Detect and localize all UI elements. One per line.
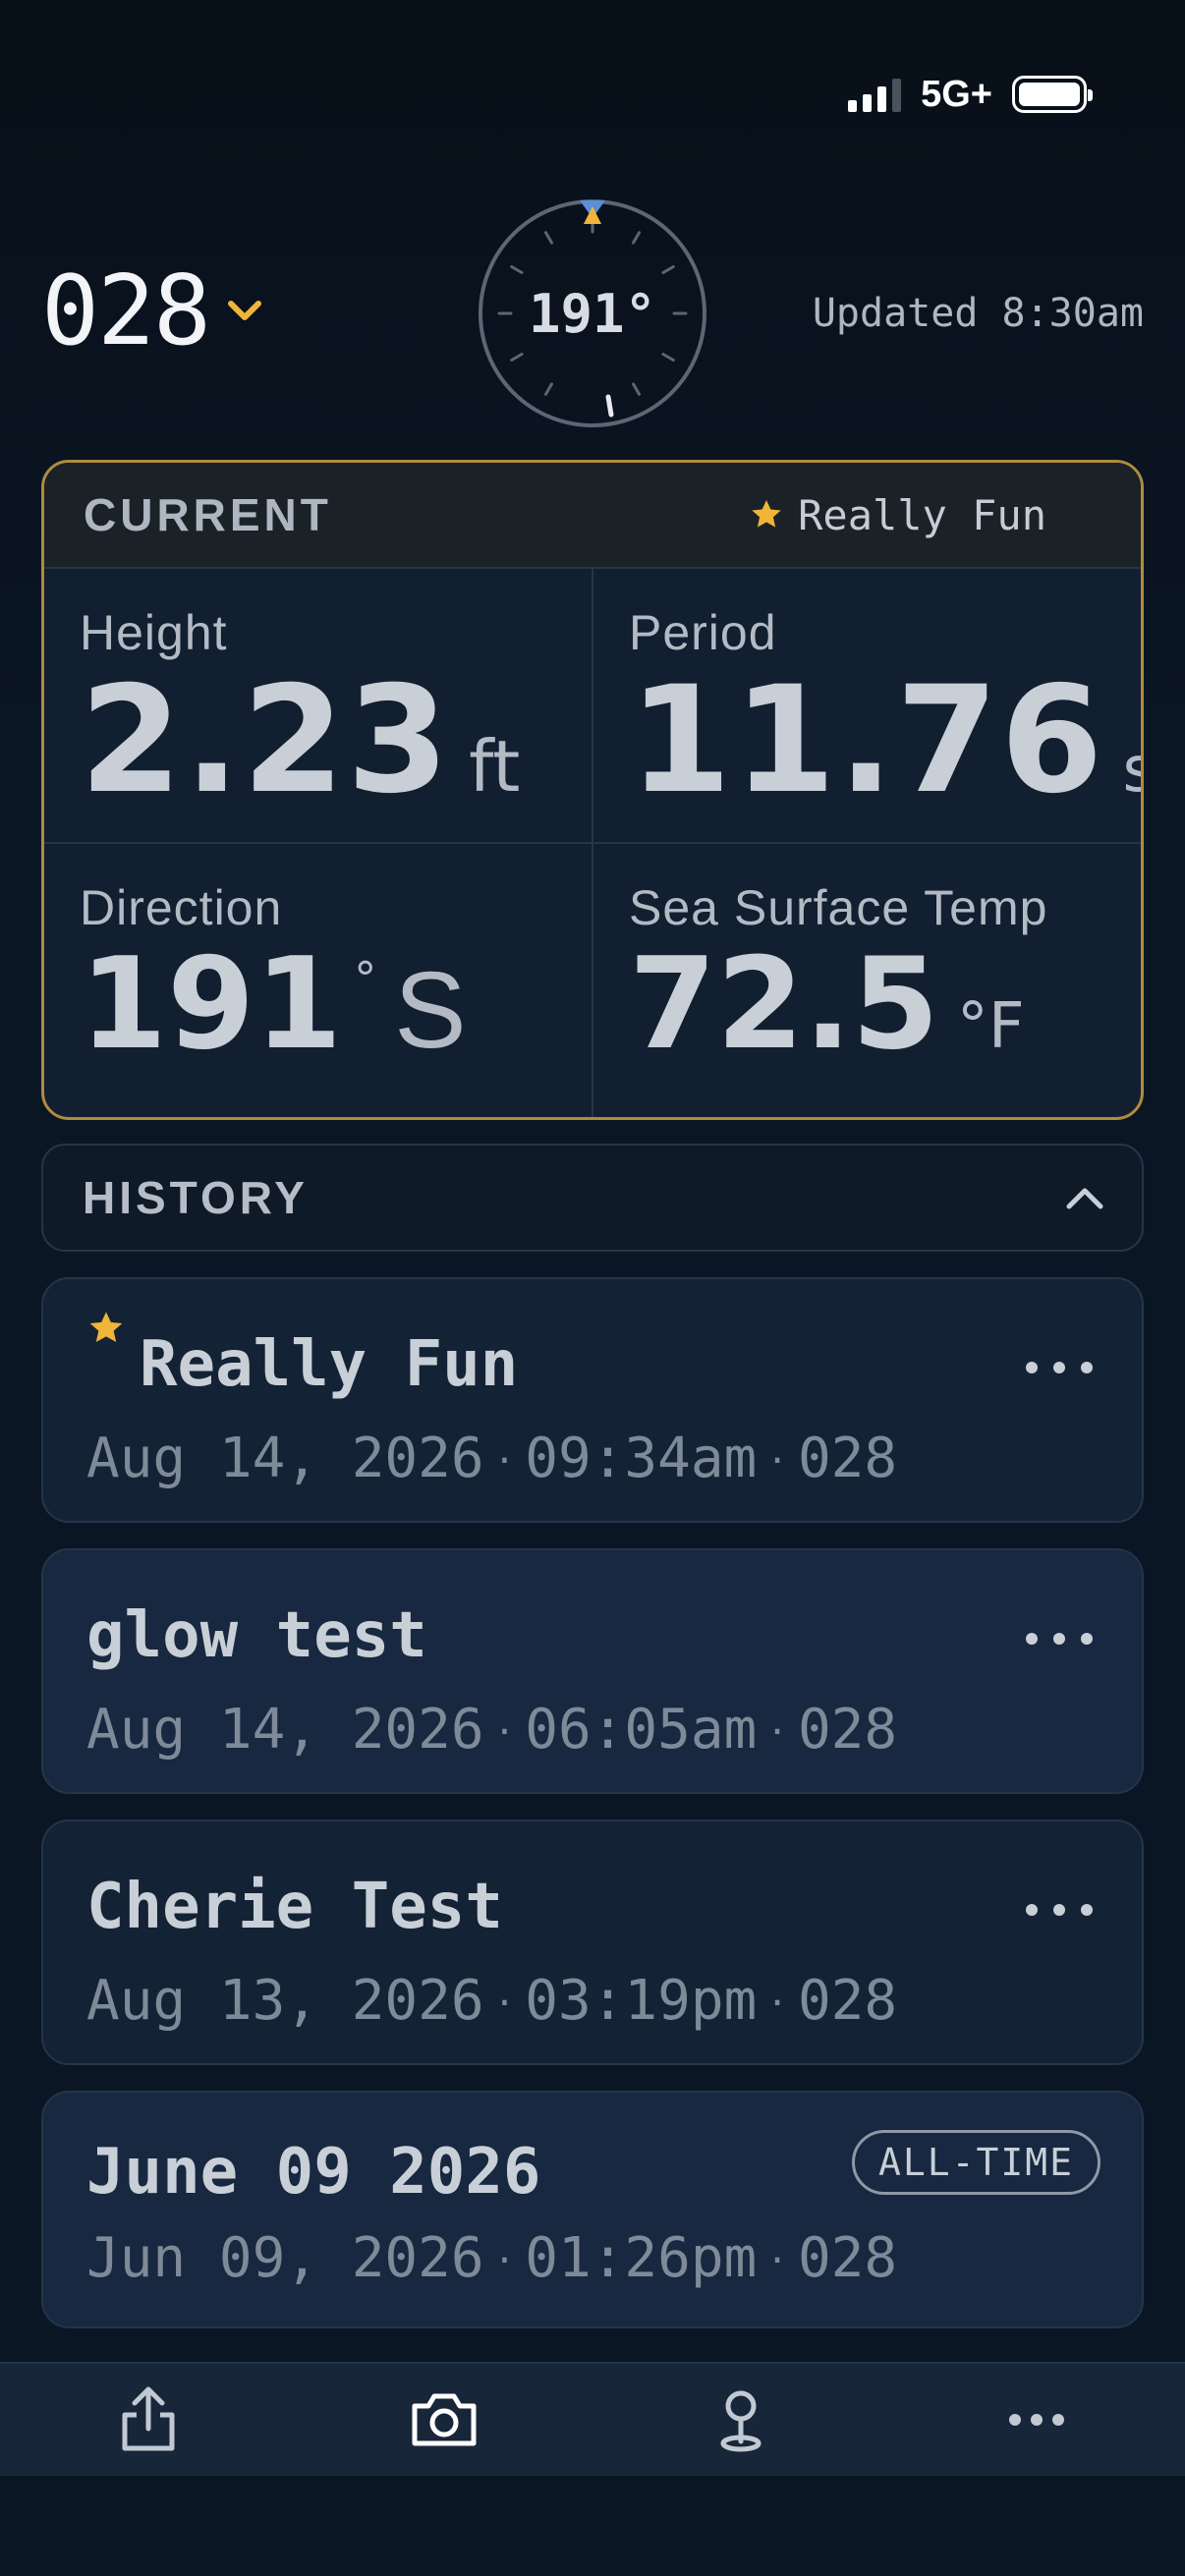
separator: · — [766, 2241, 788, 2282]
current-title: CURRENT — [84, 489, 332, 540]
more-icon[interactable] — [1020, 1880, 1099, 1939]
more-icon[interactable] — [1020, 1338, 1099, 1397]
more-icon[interactable] — [1020, 1609, 1099, 1668]
height-label: Height — [80, 605, 228, 660]
history-item-meta: Jun 09, 2026 · 01:26pm · 028 — [86, 2226, 897, 2290]
history-item-title: June 09 2026 — [86, 2136, 541, 2209]
history-item-meta: Aug 13, 2026 · 03:19pm · 028 — [86, 1969, 897, 2033]
history-item-time: 06:05am — [525, 1698, 758, 1762]
history-item-title: Cherie Test — [86, 1871, 503, 1943]
history-item-time: 09:34am — [525, 1427, 758, 1490]
history-item-meta: Aug 14, 2026 · 06:05am · 028 — [86, 1698, 897, 1762]
history-item-station: 028 — [797, 1969, 898, 2033]
station-id: 028 — [41, 255, 211, 367]
updated-time: Updated 8:30am — [812, 291, 1144, 336]
history-toggle[interactable]: HISTORY — [41, 1144, 1144, 1252]
status-bar: 5G+ — [848, 71, 1093, 118]
battery-icon — [1012, 76, 1093, 113]
station-selector[interactable]: 028 — [41, 263, 264, 360]
chevron-up-icon — [1066, 1188, 1103, 1209]
period-cell: Period 11.76 s — [593, 569, 1141, 844]
direction-value: 191 — [80, 931, 343, 1078]
sst-value: 72.5 — [629, 931, 939, 1078]
camera-icon — [412, 2393, 477, 2446]
period-unit: s — [1122, 734, 1141, 807]
camera-button[interactable] — [385, 2371, 503, 2469]
separator: · — [766, 1441, 788, 1483]
star-icon — [752, 500, 781, 528]
history-item-meta: Aug 14, 2026 · 09:34am · 028 — [86, 1427, 897, 1490]
rating-label: Really Fun — [798, 490, 1046, 539]
location-pin-icon — [720, 2390, 762, 2452]
current-rating: Really Fun — [749, 491, 1046, 539]
height-unit: ft — [469, 725, 521, 808]
direction-degree: ° — [354, 952, 377, 1005]
history-item-date: Jun 09, 2026 — [86, 2226, 484, 2290]
history-item-station: 028 — [797, 1698, 898, 1762]
history-item[interactable]: glow test Aug 14, 2026 · 06:05am · 028 — [41, 1548, 1144, 1794]
history-item[interactable]: Really Fun Aug 14, 2026 · 09:34am · 028 — [41, 1277, 1144, 1523]
current-header: CURRENT Really Fun — [44, 463, 1141, 569]
period-label: Period — [629, 605, 777, 660]
bottom-toolbar — [0, 2362, 1185, 2476]
history-title: HISTORY — [83, 1172, 309, 1223]
separator: · — [493, 1441, 516, 1483]
network-label: 5G+ — [921, 73, 992, 115]
direction-cardinal: S — [394, 950, 467, 1071]
compass-value: 191° — [528, 282, 657, 345]
share-icon — [122, 2386, 175, 2451]
history-item-time: 03:19pm — [525, 1969, 758, 2033]
separator: · — [493, 2241, 516, 2282]
separator: · — [493, 1984, 516, 2025]
location-button[interactable] — [682, 2371, 800, 2469]
more-icon — [1009, 2414, 1065, 2426]
separator: · — [766, 1712, 788, 1754]
history-item-title: glow test — [86, 1599, 427, 1672]
chevron-down-icon — [228, 301, 262, 320]
history-item-date: Aug 14, 2026 — [86, 1427, 484, 1490]
height-cell: Height 2.23 ft — [44, 569, 593, 844]
more-button[interactable] — [978, 2371, 1096, 2469]
star-icon — [89, 1312, 123, 1342]
history-item-time: 01:26pm — [525, 2226, 758, 2290]
history-item-station: 028 — [797, 2226, 898, 2290]
history-item[interactable]: June 09 2026 ALL-TIME Jun 09, 2026 · 01:26… — [41, 2091, 1144, 2328]
home-indicator-area — [0, 2476, 1185, 2576]
separator: · — [493, 1712, 516, 1754]
period-value: 11.76 — [629, 655, 1105, 826]
compass: 191° — [476, 196, 709, 430]
history-item-date: Aug 14, 2026 — [86, 1698, 484, 1762]
history-item-station: 028 — [797, 1427, 898, 1490]
sst-unit: °F — [956, 990, 1025, 1063]
current-conditions-card: CURRENT Really Fun Height 2.23 ft Period… — [41, 460, 1144, 1120]
sst-cell: Sea Surface Temp 72.5 °F — [593, 844, 1141, 1117]
sst-label: Sea Surface Temp — [629, 880, 1048, 935]
direction-cell: Direction 191 ° S — [44, 844, 593, 1117]
direction-label: Direction — [80, 880, 283, 935]
history-item[interactable]: Cherie Test Aug 13, 2026 · 03:19pm · 028 — [41, 1820, 1144, 2065]
separator: · — [766, 1984, 788, 2025]
signal-icon — [848, 77, 902, 112]
all-time-badge: ALL-TIME — [851, 2130, 1100, 2195]
share-button[interactable] — [89, 2371, 207, 2469]
history-item-date: Aug 13, 2026 — [86, 1969, 484, 2033]
history-item-title: Really Fun — [140, 1328, 519, 1401]
height-value: 2.23 — [80, 655, 452, 826]
